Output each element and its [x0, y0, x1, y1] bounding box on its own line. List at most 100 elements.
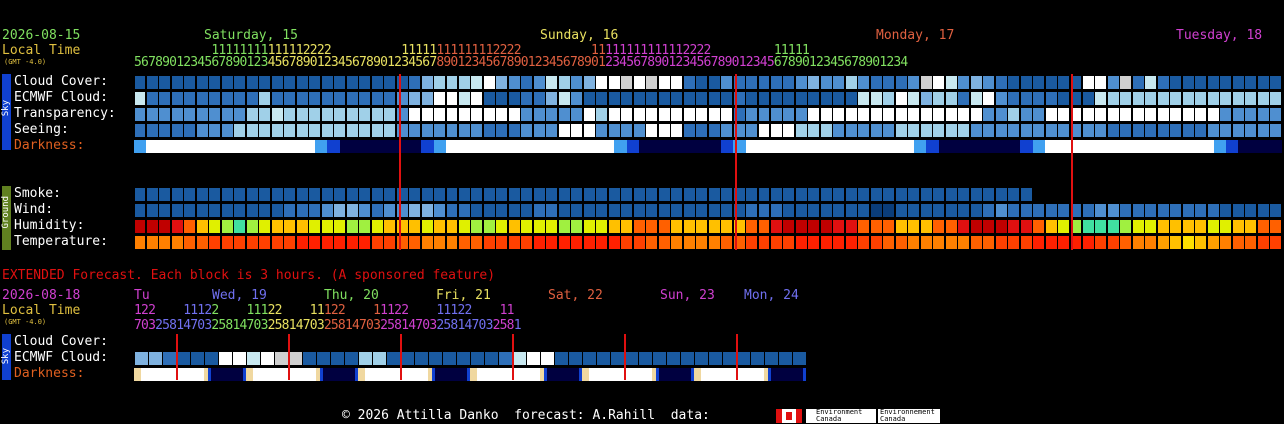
ext-ecmwf-cloud-cell	[694, 352, 708, 365]
seeing-cell	[783, 124, 795, 137]
wind-cell	[795, 204, 807, 217]
ecmwf-cloud-cell	[945, 92, 957, 105]
temperature-label[interactable]: Temperature:	[14, 234, 108, 249]
ext-ecmwf-cloud-cell	[218, 352, 232, 365]
darkness-cell	[1279, 140, 1283, 153]
cloud-cover-cell	[359, 76, 371, 89]
smoke-cell	[134, 188, 146, 201]
ecmwf-cloud-cell	[1045, 92, 1057, 105]
smoke-cell	[409, 188, 421, 201]
temperature-cell	[833, 236, 845, 249]
ecmwf-cloud-cell	[583, 92, 595, 105]
ecmwf-cloud-cell	[708, 92, 720, 105]
ext-cloud-cover-label[interactable]: Cloud Cover:	[14, 334, 108, 349]
cloud-cover-cell	[458, 76, 470, 89]
ext-ecmwf-cloud-cell	[624, 352, 638, 365]
temperature-cell	[1045, 236, 1057, 249]
transparency-cell	[1245, 108, 1257, 121]
humidity-cell	[858, 220, 870, 233]
humidity-cell	[209, 220, 221, 233]
transparency-cell	[1145, 108, 1157, 121]
seeing-cell	[1095, 124, 1107, 137]
seeing-cell	[209, 124, 221, 137]
humidity-cell	[221, 220, 233, 233]
temperature-cell	[321, 236, 333, 249]
ext-day-thu: Thu, 20	[324, 288, 379, 303]
ext-darkness-label[interactable]: Darkness:	[14, 366, 84, 381]
environment-canada-logo[interactable]: Environment Canada	[806, 409, 876, 423]
chart-title[interactable]: Clear Sky Chart	[678, 2, 841, 22]
ext-midnight-line	[512, 334, 514, 380]
humidity-cell	[621, 220, 633, 233]
cloud-cover-cell	[446, 76, 458, 89]
ext-ecmwf-cloud-cell	[176, 352, 190, 365]
seeing-cell	[508, 124, 520, 137]
seeing-cell	[1107, 124, 1119, 137]
transparency-cell	[571, 108, 583, 121]
cloud-cover-cell	[1170, 76, 1182, 89]
temperature-cell	[234, 236, 246, 249]
humidity-cell	[271, 220, 283, 233]
cloud-cover-label[interactable]: Cloud Cover:	[14, 74, 108, 89]
smoke-label[interactable]: Smoke:	[14, 186, 61, 201]
smoke-cell	[434, 188, 445, 201]
seeing-cell	[958, 124, 970, 137]
site-title[interactable]: HAA Dark Sky Site	[426, 2, 610, 22]
wind-cell	[1207, 204, 1219, 217]
ecmwf-cloud-cell	[1082, 92, 1094, 105]
cloud-cover-cell	[833, 76, 845, 89]
transparency-label[interactable]: Transparency:	[14, 106, 116, 121]
ext-ecmwf-cloud-label[interactable]: ECMWF Cloud:	[14, 350, 108, 365]
ecmwf-cloud-cell	[209, 92, 221, 105]
transparency-cell	[858, 108, 870, 121]
seeing-cell	[184, 124, 196, 137]
humidity-cell	[1020, 220, 1032, 233]
transparency-cell	[209, 108, 221, 121]
ext-ecmwf-cloud-cell	[442, 352, 456, 365]
darkness-label[interactable]: Darkness:	[14, 138, 84, 153]
seeing-cell	[758, 124, 770, 137]
ecmwf-cloud-cell	[770, 92, 782, 105]
wind-cell	[1170, 204, 1182, 217]
humidity-cell	[384, 220, 396, 233]
transparency-cell	[958, 108, 970, 121]
environnement-canada-logo[interactable]: Environnement Canada	[878, 409, 940, 423]
seeing-cell	[746, 124, 757, 137]
seeing-cell	[696, 124, 708, 137]
temperature-cell	[983, 236, 995, 249]
transparency-cell	[1157, 108, 1169, 121]
transparency-cell	[708, 108, 720, 121]
temperature-cell	[1082, 236, 1094, 249]
transparency-cell	[1082, 108, 1094, 121]
smoke-cell	[271, 188, 283, 201]
smoke-cell	[234, 188, 246, 201]
wind-cell	[134, 204, 146, 217]
ext-ecmwf-cloud-cell	[610, 352, 624, 365]
humidity-label[interactable]: Humidity:	[14, 218, 84, 233]
wind-cell	[746, 204, 757, 217]
transparency-cell	[833, 108, 845, 121]
ext-midnight-line	[176, 334, 178, 380]
cloud-cover-cell	[721, 76, 733, 89]
ext-ecmwf-cloud-cell	[582, 352, 596, 365]
ecmwf-cloud-cell	[458, 92, 470, 105]
transparency-cell	[533, 108, 545, 121]
ecmwf-cloud-cell	[1195, 92, 1207, 105]
wind-cell	[1232, 204, 1244, 217]
ext-ecmwf-cloud-cell	[568, 352, 582, 365]
temperature-cell	[1145, 236, 1157, 249]
smoke-cell	[533, 188, 545, 201]
humidity-cell	[259, 220, 271, 233]
wind-cell	[371, 204, 383, 217]
ecmwf-cloud-cell	[746, 92, 757, 105]
wind-label[interactable]: Wind:	[14, 202, 53, 217]
day-label-monday: Monday, 17	[876, 28, 955, 43]
temperature-cell	[1132, 236, 1144, 249]
smoke-cell	[334, 188, 346, 201]
temperature-cell	[708, 236, 720, 249]
humidity-cell	[309, 220, 321, 233]
seeing-label[interactable]: Seeing:	[14, 122, 69, 137]
ecmwf-cloud-label[interactable]: ECMWF Cloud:	[14, 90, 108, 105]
temperature-cell	[496, 236, 508, 249]
seeing-cell	[196, 124, 208, 137]
